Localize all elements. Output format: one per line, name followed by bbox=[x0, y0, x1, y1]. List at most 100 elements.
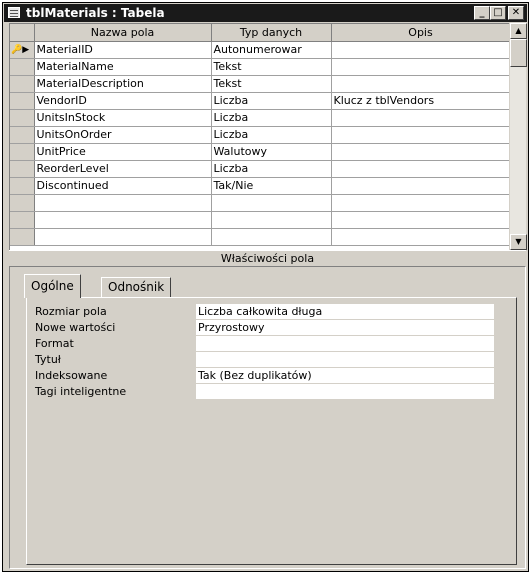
description-cell[interactable] bbox=[331, 211, 509, 229]
table-row[interactable]: UnitPrice Walutowy bbox=[10, 143, 509, 161]
property-label: Indeksowane bbox=[35, 369, 108, 382]
description-cell[interactable] bbox=[331, 160, 509, 178]
description-cell[interactable] bbox=[331, 228, 509, 246]
field-name-cell[interactable]: MaterialName bbox=[34, 58, 212, 76]
field-name-cell[interactable] bbox=[34, 228, 212, 246]
row-selector[interactable] bbox=[10, 160, 35, 178]
table-row[interactable]: UnitsInStock Liczba bbox=[10, 109, 509, 127]
field-name-cell[interactable]: UnitPrice bbox=[34, 143, 212, 161]
row-selector[interactable] bbox=[10, 177, 35, 195]
description-cell[interactable] bbox=[331, 41, 509, 59]
data-type-cell[interactable]: Liczba bbox=[211, 109, 332, 127]
window-title: tblMaterials : Tabela bbox=[26, 6, 165, 20]
field-name-cell[interactable]: MaterialID bbox=[34, 41, 212, 59]
row-selector[interactable] bbox=[10, 92, 35, 110]
field-name-cell[interactable]: MaterialDescription bbox=[34, 75, 212, 93]
property-label: Rozmiar pola bbox=[35, 305, 107, 318]
tab-general[interactable]: Ogólne bbox=[24, 274, 81, 298]
data-type-cell[interactable] bbox=[211, 194, 332, 212]
table-row[interactable]: Discontinued Tak/Nie bbox=[10, 177, 509, 195]
table-row[interactable]: MaterialName Tekst bbox=[10, 58, 509, 76]
smart-tags-field[interactable] bbox=[196, 384, 494, 399]
tab-lookup[interactable]: Odnośnik bbox=[101, 277, 172, 297]
table-design-window: tblMaterials : Tabela _ □ ✕ Nazwa pola T… bbox=[2, 2, 529, 572]
table-row[interactable]: UnitsOnOrder Liczba bbox=[10, 126, 509, 144]
empty-row[interactable] bbox=[10, 194, 509, 212]
title-bar[interactable]: tblMaterials : Tabela _ □ ✕ bbox=[4, 4, 527, 22]
data-type-cell[interactable]: Tekst bbox=[211, 58, 332, 76]
scroll-thumb[interactable] bbox=[510, 39, 527, 67]
table-row[interactable]: VendorID Liczba Klucz z tblVendors bbox=[10, 92, 509, 110]
indexed-field[interactable]: Tak (Bez duplikatów) bbox=[196, 368, 494, 383]
field-name-cell[interactable]: UnitsOnOrder bbox=[34, 126, 212, 144]
primary-key-icon: 🔑▶ bbox=[11, 44, 30, 55]
property-label: Nowe wartości bbox=[35, 321, 116, 334]
description-cell[interactable] bbox=[331, 75, 509, 93]
column-header-data-type[interactable]: Typ danych bbox=[211, 24, 332, 42]
data-type-cell[interactable]: Tak/Nie bbox=[211, 177, 332, 195]
table-row[interactable]: ReorderLevel Liczba bbox=[10, 160, 509, 178]
property-row: Rozmiar pola Liczba całkowita długa bbox=[35, 304, 505, 320]
data-type-cell[interactable]: Liczba bbox=[211, 126, 332, 144]
data-type-cell[interactable]: Tekst bbox=[211, 75, 332, 93]
data-type-cell[interactable]: Liczba bbox=[211, 92, 332, 110]
row-selector[interactable] bbox=[10, 143, 35, 161]
description-cell[interactable] bbox=[331, 177, 509, 195]
property-row: Tytuł bbox=[35, 352, 505, 368]
field-size-field[interactable]: Liczba całkowita długa bbox=[196, 304, 494, 319]
row-selector[interactable] bbox=[10, 109, 35, 127]
description-cell[interactable] bbox=[331, 126, 509, 144]
table-icon bbox=[8, 7, 20, 18]
property-row: Indeksowane Tak (Bez duplikatów) bbox=[35, 368, 505, 384]
description-cell[interactable] bbox=[331, 143, 509, 161]
field-name-cell[interactable]: VendorID bbox=[34, 92, 212, 110]
table-row[interactable]: 🔑▶ MaterialID Autonumerowar bbox=[10, 41, 509, 59]
row-selector[interactable] bbox=[10, 58, 35, 76]
row-selector[interactable] bbox=[10, 211, 35, 229]
row-selector-header bbox=[10, 24, 35, 42]
field-properties-label: Właściwości pola bbox=[9, 250, 526, 267]
description-cell[interactable] bbox=[331, 194, 509, 212]
field-name-cell[interactable] bbox=[34, 194, 212, 212]
field-design-grid: Nazwa pola Typ danych Opis 🔑▶ MaterialID… bbox=[9, 23, 509, 250]
new-values-field[interactable]: Przyrostowy bbox=[196, 320, 494, 335]
row-selector[interactable]: 🔑▶ bbox=[10, 41, 35, 59]
description-cell[interactable] bbox=[331, 58, 509, 76]
property-label: Format bbox=[35, 337, 74, 350]
vertical-scrollbar[interactable]: ▲ ▼ bbox=[509, 23, 527, 250]
close-button[interactable]: ✕ bbox=[508, 6, 524, 20]
data-type-cell[interactable]: Walutowy bbox=[211, 143, 332, 161]
field-name-cell[interactable]: Discontinued bbox=[34, 177, 212, 195]
field-name-cell[interactable]: ReorderLevel bbox=[34, 160, 212, 178]
field-name-cell[interactable] bbox=[34, 211, 212, 229]
description-cell[interactable] bbox=[331, 109, 509, 127]
format-field[interactable] bbox=[196, 336, 494, 351]
field-properties-panel: Ogólne Odnośnik Rozmiar pola Liczba całk… bbox=[9, 266, 526, 569]
scroll-up-icon[interactable]: ▲ bbox=[510, 23, 527, 39]
scroll-down-icon[interactable]: ▼ bbox=[510, 234, 527, 250]
data-type-cell[interactable]: Autonumerowar bbox=[211, 41, 332, 59]
property-label: Tagi inteligentne bbox=[35, 385, 127, 398]
property-row: Nowe wartości Przyrostowy bbox=[35, 320, 505, 336]
field-name-cell[interactable]: UnitsInStock bbox=[34, 109, 212, 127]
column-header-field-name[interactable]: Nazwa pola bbox=[34, 24, 212, 42]
caption-field[interactable] bbox=[196, 352, 494, 367]
row-selector[interactable] bbox=[10, 228, 35, 246]
row-selector[interactable] bbox=[10, 75, 35, 93]
minimize-button[interactable]: _ bbox=[474, 6, 490, 20]
empty-row[interactable] bbox=[10, 211, 509, 229]
column-header-description[interactable]: Opis bbox=[331, 24, 509, 42]
row-selector[interactable] bbox=[10, 126, 35, 144]
row-selector[interactable] bbox=[10, 194, 35, 212]
tab-panel-general: Rozmiar pola Liczba całkowita długa Nowe… bbox=[26, 297, 517, 565]
data-type-cell[interactable]: Liczba bbox=[211, 160, 332, 178]
property-row: Format bbox=[35, 336, 505, 352]
description-cell[interactable]: Klucz z tblVendors bbox=[331, 92, 509, 110]
property-row: Tagi inteligentne bbox=[35, 384, 505, 400]
data-type-cell[interactable] bbox=[211, 211, 332, 229]
empty-row[interactable] bbox=[10, 228, 509, 246]
data-type-cell[interactable] bbox=[211, 228, 332, 246]
table-row[interactable]: MaterialDescription Tekst bbox=[10, 75, 509, 93]
maximize-button[interactable]: □ bbox=[490, 6, 506, 20]
property-label: Tytuł bbox=[35, 353, 61, 366]
